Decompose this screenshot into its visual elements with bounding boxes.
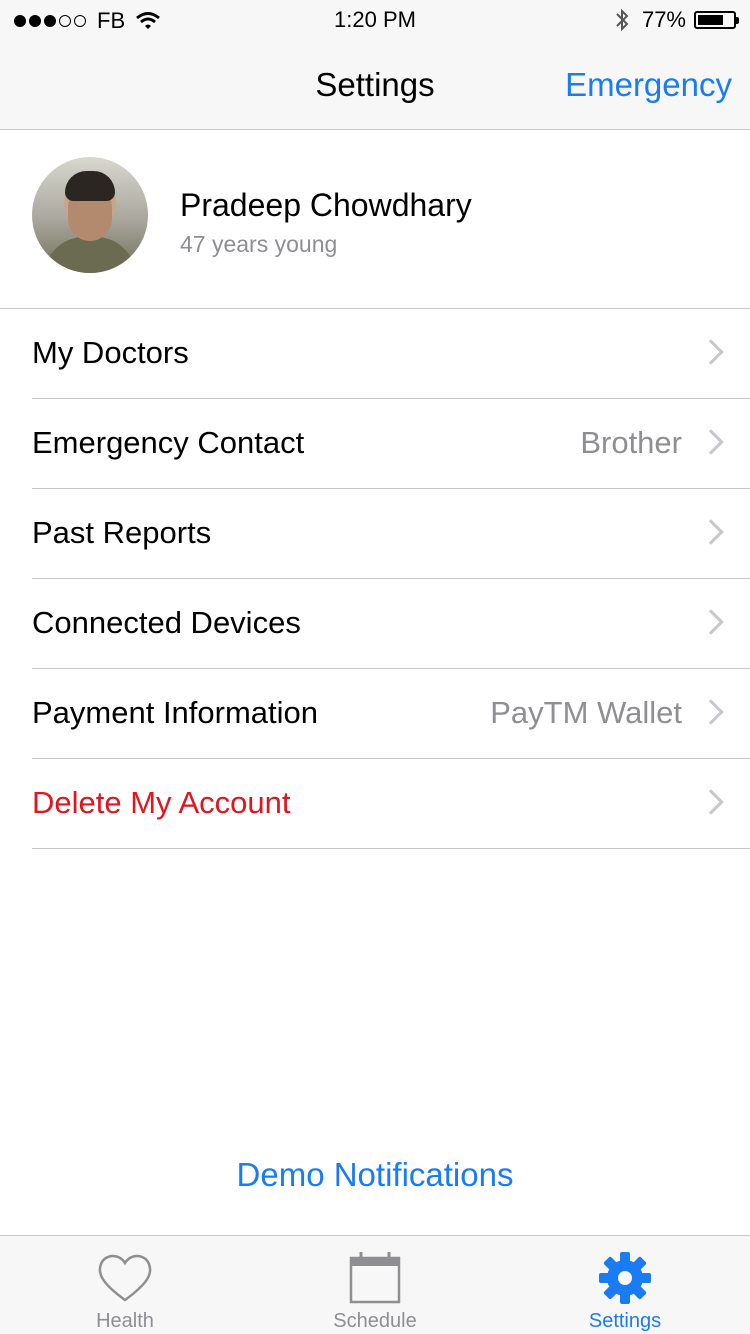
profile-name: Pradeep Chowdhary (180, 187, 472, 223)
tab-label: Health (96, 1310, 154, 1332)
tab-health[interactable]: Health (0, 1236, 250, 1334)
demo-notifications-link[interactable]: Demo Notifications (0, 1156, 750, 1194)
heart-icon (98, 1254, 152, 1302)
chevron-right-icon (698, 519, 724, 545)
avatar (32, 157, 148, 273)
row-value: PayTM Wallet (490, 695, 682, 730)
gear-icon (599, 1252, 651, 1304)
tab-schedule[interactable]: Schedule (250, 1236, 500, 1334)
settings-list: My Doctors Emergency Contact Brother Pas… (0, 309, 750, 849)
row-label: Payment Information (32, 695, 319, 730)
battery-icon (694, 11, 739, 29)
tab-label: Settings (588, 1310, 662, 1332)
emergency-button[interactable]: Emergency (565, 66, 732, 104)
top-bar: FB 1:20 PM 77% Settings Emergency (0, 0, 750, 130)
profile-age: 47 years young (180, 231, 338, 257)
row-label: Connected Devices (32, 605, 301, 640)
chevron-right-icon (698, 339, 724, 365)
chevron-right-icon (698, 609, 724, 635)
chevron-right-icon (698, 429, 724, 455)
row-past-reports[interactable]: Past Reports (0, 489, 750, 579)
bluetooth-icon (616, 8, 629, 32)
tab-label: Schedule (333, 1310, 417, 1332)
row-label: Emergency Contact (32, 425, 305, 460)
row-connected-devices[interactable]: Connected Devices (0, 579, 750, 669)
status-bar: FB 1:20 PM 77% (0, 0, 750, 40)
row-label: My Doctors (32, 335, 189, 370)
row-my-doctors[interactable]: My Doctors (0, 309, 750, 399)
settings-screen: FB 1:20 PM 77% Settings Emergency Pradee… (0, 0, 750, 1334)
row-emergency-contact[interactable]: Emergency Contact Brother (0, 399, 750, 489)
profile-header[interactable]: Pradeep Chowdhary 47 years young (0, 131, 750, 309)
tab-settings[interactable]: Settings (500, 1236, 750, 1334)
row-delete-account[interactable]: Delete My Account (0, 759, 750, 849)
row-value: Brother (580, 425, 682, 460)
chevron-right-icon (698, 789, 724, 815)
row-payment-information[interactable]: Payment Information PayTM Wallet (0, 669, 750, 759)
row-label: Past Reports (32, 515, 212, 550)
status-right: 77% (614, 7, 739, 33)
tab-bar: Health Schedule Settings (0, 1235, 750, 1334)
calendar-icon (349, 1252, 401, 1304)
row-label: Delete My Account (32, 785, 291, 820)
battery-percent: 77% (641, 7, 686, 32)
chevron-right-icon (698, 699, 724, 725)
